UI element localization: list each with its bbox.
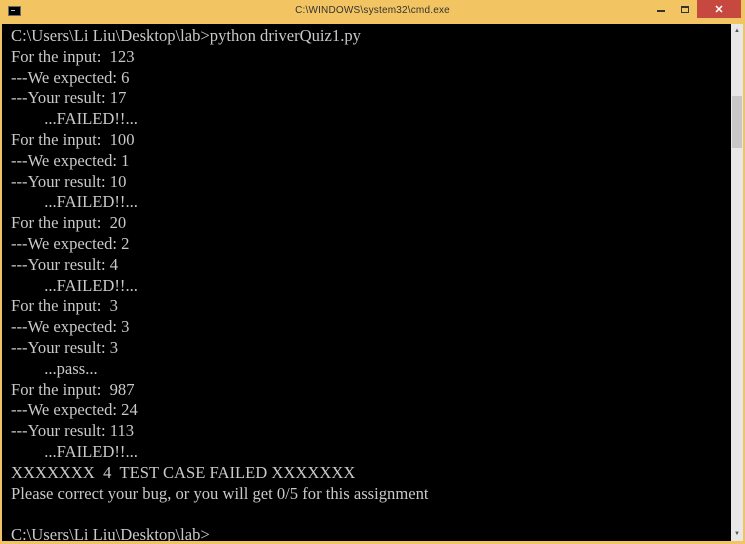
console-line: ---We expected: 1 <box>11 150 130 170</box>
cmd-window: C:\WINDOWS\system32\cmd.exe ✕ C:\Users\L… <box>0 0 745 544</box>
close-button[interactable]: ✕ <box>697 0 741 18</box>
console-line: ---We expected: 6 <box>11 67 130 87</box>
scroll-down-icon[interactable]: ▼ <box>731 527 743 541</box>
console-line: C:\Users\Li Liu\Desktop\lab>python drive… <box>11 26 361 45</box>
minimize-button[interactable] <box>649 0 673 18</box>
window-title: C:\WINDOWS\system32\cmd.exe <box>295 5 450 16</box>
maximize-icon <box>681 5 689 13</box>
console-line: For the input: 987 <box>11 379 135 399</box>
maximize-button[interactable] <box>673 0 697 18</box>
vertical-scrollbar[interactable]: ▲ ▼ <box>731 24 743 541</box>
console-line: ---Your result: 17 <box>11 88 127 108</box>
console-lines: C:\Users\Li Liu\Desktop\lab>python drive… <box>11 26 429 541</box>
console-line: ---Your result: 113 <box>11 421 135 441</box>
title-bar[interactable]: C:\WINDOWS\system32\cmd.exe ✕ <box>0 0 745 24</box>
console-line: ---We expected: 24 <box>11 400 138 420</box>
console-line: ---Your result: 4 <box>11 254 119 274</box>
console-line: ---Your result: 3 <box>11 337 119 357</box>
console-line: ---We expected: 3 <box>11 317 130 337</box>
console-line: ...FAILED!!... <box>11 441 138 461</box>
console-line: For the input: 3 <box>11 296 118 316</box>
scroll-up-icon[interactable]: ▲ <box>731 24 743 38</box>
console-output[interactable]: C:\Users\Li Liu\Desktop\lab>python drive… <box>2 24 731 541</box>
console-line: For the input: 100 <box>11 129 135 149</box>
scrollbar-thumb[interactable] <box>732 96 742 148</box>
console-line: ---We expected: 2 <box>11 233 130 253</box>
console-line: ...pass... <box>11 358 98 378</box>
console-line: ---Your result: 10 <box>11 171 127 191</box>
console-line: Please correct your bug, or you will get… <box>11 483 429 503</box>
console-line: C:\Users\Li Liu\Desktop\lab> <box>11 525 210 541</box>
console-line: For the input: 20 <box>11 213 127 233</box>
close-icon: ✕ <box>714 3 724 16</box>
window-controls: ✕ <box>649 0 741 20</box>
console-line: ...FAILED!!... <box>11 192 138 212</box>
console-line: ...FAILED!!... <box>11 109 138 129</box>
console-line: For the input: 123 <box>11 46 135 66</box>
minimize-icon <box>657 10 665 12</box>
console-line: XXXXXXX 4 TEST CASE FAILED XXXXXXX <box>11 462 356 482</box>
console-line: ...FAILED!!... <box>11 275 138 295</box>
